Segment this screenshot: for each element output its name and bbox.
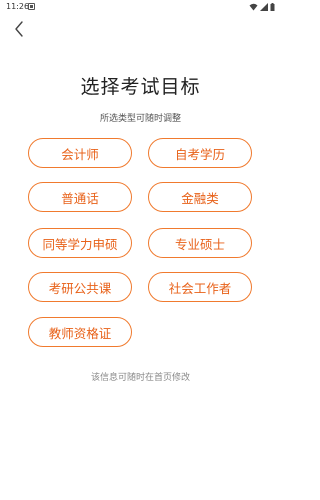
option-mandarin[interactable]: 普通话 [28, 182, 132, 212]
signal-icon [260, 3, 268, 11]
page-title: 选择考试目标 [80, 76, 201, 98]
option-postgrad-public-courses[interactable]: 考研公共课 [28, 272, 132, 302]
exam-target-screen: 11:26 选择考试目标 所选类型可随时调整 会计师 自考学历 普通话 金融类 … [0, 0, 281, 500]
option-professional-masters[interactable]: 专业硕士 [148, 228, 252, 258]
option-accountant[interactable]: 会计师 [28, 138, 132, 168]
option-self-study-degree[interactable]: 自考学历 [148, 138, 252, 168]
notification-icon [28, 3, 35, 10]
chevron-left-icon [15, 21, 23, 37]
back-button[interactable] [9, 18, 29, 40]
page-subtitle: 所选类型可随时调整 [99, 114, 181, 124]
battery-icon [270, 3, 275, 11]
wifi-icon [249, 3, 258, 11]
option-social-worker[interactable]: 社会工作者 [148, 272, 252, 302]
option-finance[interactable]: 金融类 [148, 182, 252, 212]
option-equivalent-masters[interactable]: 同等学力申硕 [28, 228, 132, 258]
status-bar: 11:26 [0, 0, 281, 14]
footer-note: 该信息可随时在首页修改 [90, 373, 190, 383]
status-icons [249, 3, 275, 11]
status-time: 11:26 [6, 2, 30, 11]
option-teacher-certificate[interactable]: 教师资格证 [28, 317, 132, 347]
